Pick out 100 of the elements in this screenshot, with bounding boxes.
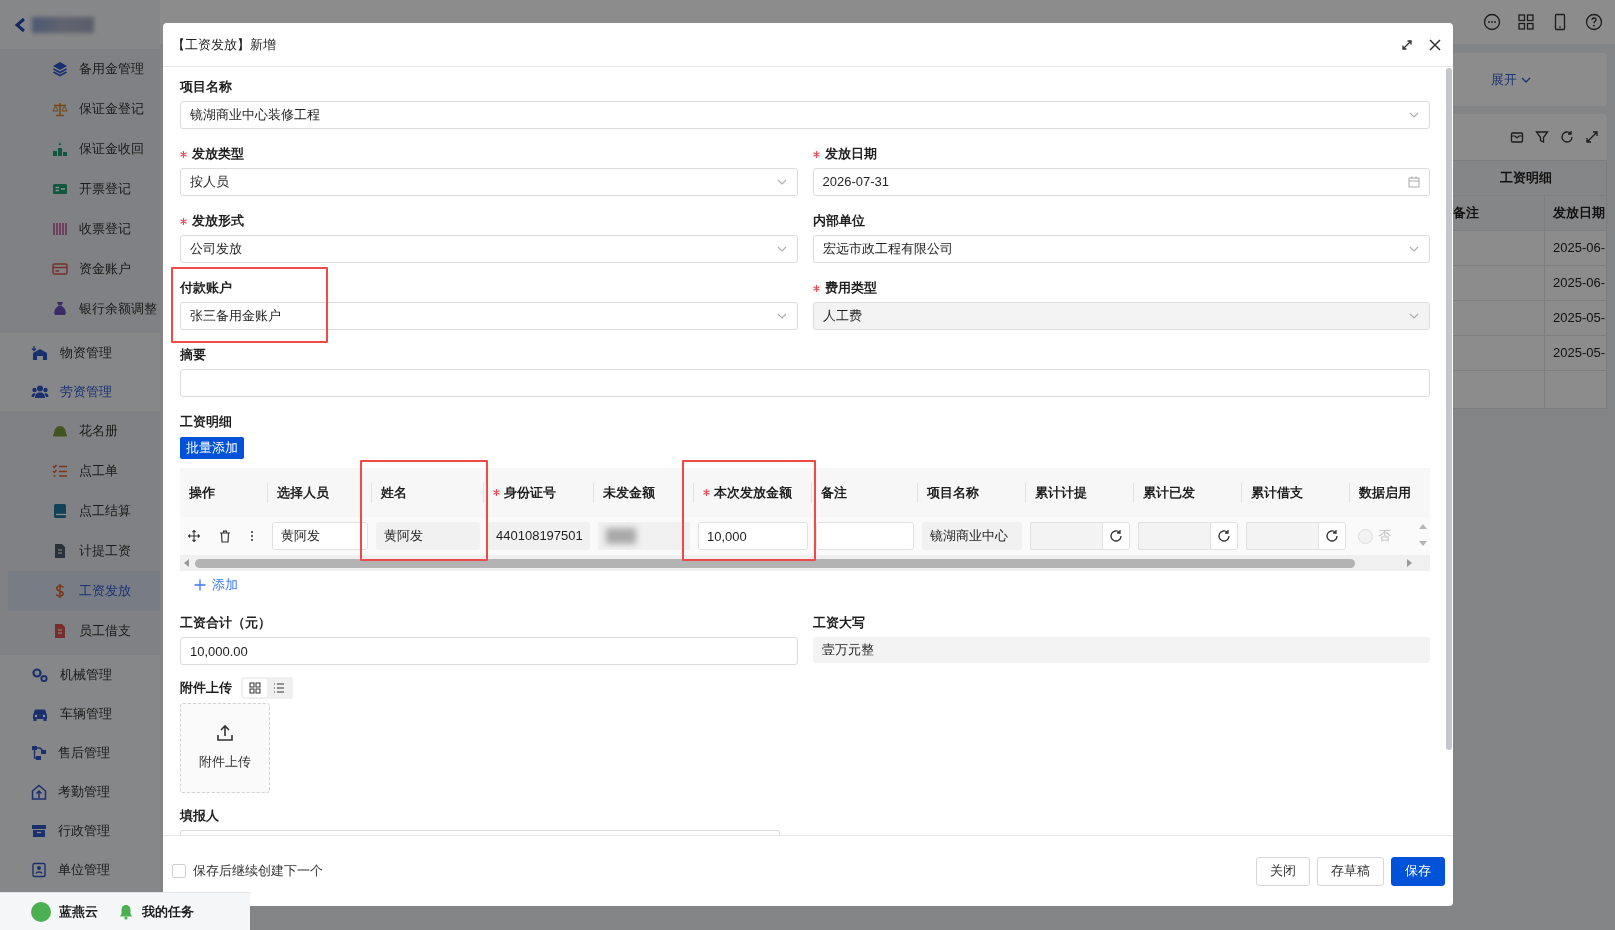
input-field[interactable]: [180, 369, 1430, 397]
sidebar-item[interactable]: 保证金登记: [0, 89, 160, 129]
upload-button[interactable]: 附件上传: [180, 703, 270, 793]
select-field[interactable]: 镜湖商业中心装修工程: [180, 101, 1430, 129]
column-header: 数据启用: [1359, 483, 1411, 502]
dialog-button[interactable]: 存草稿: [1317, 856, 1384, 886]
filter-icon[interactable]: [1535, 130, 1549, 144]
continue-checkbox[interactable]: 保存后继续创建下一个: [172, 861, 1256, 881]
table-input[interactable]: 黄阿发: [272, 522, 368, 550]
refresh-button[interactable]: [1102, 522, 1130, 550]
field-label: 工资大写: [812, 614, 865, 632]
field-label: 费用类型: [824, 279, 877, 297]
sidebar-item[interactable]: 银行余额调整: [0, 289, 160, 329]
sidebar-item[interactable]: 员工借支: [0, 611, 160, 651]
field-label: 付款账户: [180, 279, 232, 297]
sidebar-item[interactable]: 劳资管理: [0, 372, 160, 411]
batch-add-button[interactable]: 批量添加: [180, 437, 244, 459]
column-header: 项目名称: [927, 483, 979, 502]
sidebar-item[interactable]: 考勤管理: [0, 772, 160, 811]
tasks-link[interactable]: 我的任务: [142, 901, 194, 922]
date-cell: 2025-05-: [1544, 300, 1607, 336]
select-field[interactable]: 按人员: [180, 168, 798, 196]
chat-icon[interactable]: [1483, 13, 1501, 31]
barcode-icon: [52, 221, 68, 237]
sidebar-item[interactable]: 开票登记: [0, 169, 160, 209]
select-field[interactable]: 宏远市政工程有限公司: [812, 235, 1430, 263]
dialog-title: 【工资发放】新增: [172, 35, 277, 54]
sidebar-item[interactable]: 单位管理: [0, 850, 160, 889]
sidebar-item[interactable]: 车辆管理: [0, 694, 160, 733]
sidebar-item[interactable]: 物资管理: [0, 333, 160, 372]
vertical-scrollbar[interactable]: [1446, 68, 1452, 750]
delete-icon[interactable]: [219, 529, 231, 543]
expand-link[interactable]: 展开: [1491, 69, 1532, 90]
field-label: 发放日期: [824, 145, 877, 163]
sidebar-item[interactable]: 机械管理: [0, 655, 160, 694]
sidebar-item[interactable]: 行政管理: [0, 811, 160, 850]
column-header: 身份证号: [504, 483, 556, 502]
field-label: 摘要: [180, 346, 206, 364]
upload-icon: [216, 724, 234, 743]
sidebar-item[interactable]: 备用金管理: [0, 49, 160, 89]
helmet-icon: [52, 423, 68, 439]
refresh-button[interactable]: [1318, 522, 1346, 550]
add-row-link[interactable]: 添加: [180, 576, 238, 594]
column-header: 累计已发: [1143, 483, 1195, 502]
column-header: 发放日期: [1544, 195, 1607, 231]
readonly-field: [1138, 522, 1210, 550]
view-toggle-button[interactable]: [243, 679, 267, 697]
field-label: 内部单位: [812, 212, 865, 230]
column-header: 姓名: [381, 483, 407, 502]
sidebar-item[interactable]: 花名册: [0, 411, 160, 451]
readonly-cell: 黄阿发: [376, 522, 480, 550]
avatar-icon: [31, 901, 51, 922]
field-label: 发放形式: [192, 212, 244, 230]
print-icon[interactable]: [1510, 130, 1524, 144]
document-icon: [52, 623, 68, 639]
column-header: 累计计提: [1035, 483, 1087, 502]
table-input[interactable]: [816, 522, 914, 550]
table-input[interactable]: 10,000: [698, 522, 808, 550]
date-field[interactable]: 2026-07-31: [812, 168, 1430, 196]
select-field[interactable]: 公司发放: [180, 235, 798, 263]
more-icon[interactable]: [250, 530, 254, 542]
readonly-field: [1246, 522, 1318, 550]
brand-name: 蓝燕云: [59, 902, 98, 921]
sidebar-item[interactable]: 点工单: [0, 451, 160, 491]
sidebar-item[interactable]: 工资发放: [8, 571, 160, 611]
close-icon[interactable]: [1429, 38, 1441, 51]
sidebar-item[interactable]: 点工结算: [0, 491, 160, 531]
refresh-icon[interactable]: [1560, 130, 1574, 144]
sidebar-item[interactable]: 收票登记: [0, 209, 160, 249]
readonly-field: 壹万元整: [812, 637, 1430, 663]
field-label: 项目名称: [180, 78, 232, 96]
calendar-icon: [1408, 176, 1420, 188]
section-label: 工资明细: [180, 413, 232, 431]
dialog-button[interactable]: 关闭: [1256, 856, 1310, 886]
grid-icon[interactable]: [1517, 13, 1535, 31]
maximize-icon[interactable]: [1401, 38, 1413, 51]
help-icon[interactable]: [1585, 13, 1603, 31]
fullscreen-icon[interactable]: [1585, 130, 1599, 144]
document-icon: [52, 543, 68, 559]
network-icon: [31, 744, 47, 761]
field-label: 附件上传: [180, 679, 232, 697]
money-bag-icon: [52, 301, 68, 317]
readonly-field: [1030, 522, 1102, 550]
contact-card-icon: [31, 861, 47, 878]
sidebar-item[interactable]: 售后管理: [0, 733, 160, 772]
column-header: 未发金额: [603, 483, 655, 502]
select-field[interactable]: 张三备用金账户: [180, 302, 798, 330]
move-icon[interactable]: [188, 530, 200, 542]
sidebar-item[interactable]: 保证金收回: [0, 129, 160, 169]
horizontal-scrollbar[interactable]: [180, 555, 1430, 571]
refresh-button[interactable]: [1210, 522, 1238, 550]
date-cell: 2025-06-: [1544, 230, 1607, 266]
date-cell: 2025-05-: [1544, 335, 1607, 371]
input-field[interactable]: 10,000.00: [180, 637, 798, 665]
primary-button[interactable]: 保存: [1391, 856, 1445, 886]
list-view-icon: [273, 682, 285, 694]
sidebar-item[interactable]: 计提工资: [0, 531, 160, 571]
column-header: 累计借支: [1251, 483, 1303, 502]
warehouse-icon: [31, 344, 49, 361]
sidebar-item[interactable]: 资金账户: [0, 249, 160, 289]
